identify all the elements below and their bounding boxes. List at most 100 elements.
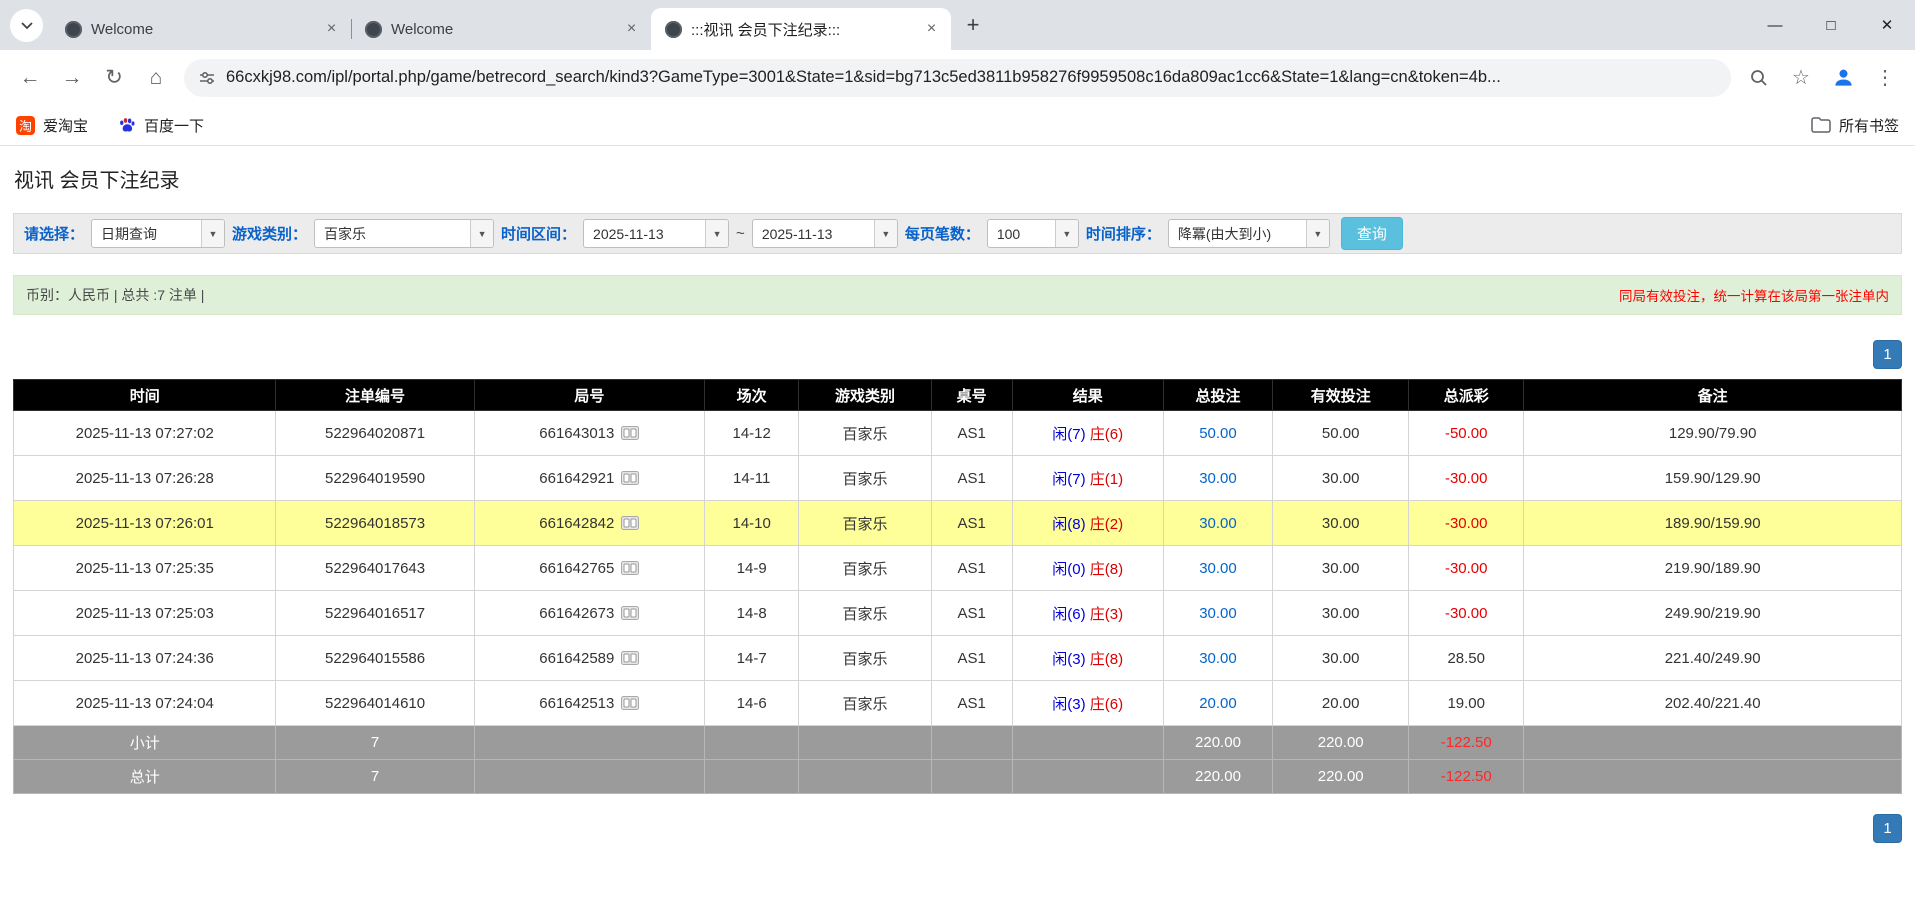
browser-tab[interactable]: Welcome × — [351, 8, 651, 50]
player-result: 闲(7) — [1052, 471, 1085, 488]
address-bar[interactable]: 66cxkj98.com/ipl/portal.php/game/betreco… — [184, 59, 1731, 97]
summary-cell: -122.50 — [1409, 760, 1524, 794]
page-1-button[interactable]: 1 — [1873, 814, 1902, 843]
maximize-button[interactable]: □ — [1803, 0, 1859, 50]
note-cell: 202.40/221.40 — [1524, 681, 1902, 726]
minimize-button[interactable]: — — [1747, 0, 1803, 50]
total-bet-cell[interactable]: 30.00 — [1163, 591, 1273, 636]
total-bet-cell[interactable]: 30.00 — [1163, 501, 1273, 546]
note-cell: 159.90/129.90 — [1524, 456, 1902, 501]
view-result-icon[interactable] — [621, 471, 639, 485]
page-1-button[interactable]: 1 — [1873, 340, 1902, 369]
view-result-icon[interactable] — [621, 606, 639, 620]
query-type-dropdown[interactable]: 日期查询 ▼ — [91, 219, 225, 248]
summary-cell: -122.50 — [1409, 726, 1524, 760]
tab-close-icon[interactable]: × — [922, 20, 941, 39]
reload-button[interactable]: ↻ — [94, 58, 134, 98]
chevron-down-icon[interactable]: ▼ — [874, 220, 897, 247]
summary-cell — [931, 760, 1012, 794]
tab-search-button[interactable] — [10, 9, 43, 42]
new-tab-button[interactable]: + — [957, 9, 989, 41]
chevron-down-icon[interactable]: ▼ — [705, 220, 728, 247]
all-bookmarks-button[interactable]: 所有书签 — [1811, 115, 1899, 136]
chevron-down-icon[interactable]: ▼ — [1055, 220, 1078, 247]
date-to-dropdown[interactable]: 2025-11-13 ▼ — [752, 219, 898, 248]
pagination-bottom: 1 — [13, 814, 1902, 843]
game-type-cell: 百家乐 — [799, 456, 931, 501]
table-no-cell: AS1 — [931, 411, 1012, 456]
valid-bet-cell: 30.00 — [1273, 636, 1409, 681]
chevron-down-icon[interactable]: ▼ — [1306, 220, 1329, 247]
tab-favicon-icon — [65, 21, 82, 38]
date-from-dropdown[interactable]: 2025-11-13 ▼ — [583, 219, 729, 248]
search-button[interactable]: 查询 — [1341, 217, 1403, 250]
session-cell: 14-7 — [704, 636, 798, 681]
round-no-cell: 661642673 — [474, 591, 704, 636]
sort-value: 降冪(由大到小) — [1169, 224, 1306, 244]
round-no: 661642589 — [539, 650, 614, 667]
info-bar: 币别：人民币 | 总共 :7 注单 | 同局有效投注，统一计算在该局第一张注单内 — [13, 275, 1902, 315]
summary-cell — [931, 726, 1012, 760]
note-cell: 189.90/159.90 — [1524, 501, 1902, 546]
view-result-icon[interactable] — [621, 651, 639, 665]
player-result: 闲(8) — [1052, 516, 1085, 533]
view-result-icon[interactable] — [621, 516, 639, 530]
total-bet-cell[interactable]: 20.00 — [1163, 681, 1273, 726]
back-button[interactable]: ← — [10, 58, 50, 98]
profile-icon[interactable] — [1823, 58, 1863, 98]
total-bet-cell[interactable]: 30.00 — [1163, 546, 1273, 591]
round-no: 661642842 — [539, 515, 614, 532]
summary-cell — [1012, 726, 1163, 760]
page-size-dropdown[interactable]: 100 ▼ — [987, 219, 1079, 248]
tab-close-icon[interactable]: × — [322, 20, 341, 39]
bet-no-cell: 522964016517 — [276, 591, 474, 636]
browser-tab-active[interactable]: :::视讯 会员下注纪录::: × — [651, 8, 951, 50]
table-row: 2025-11-13 07:26:01522964018573661642842… — [14, 501, 1902, 546]
bookmark-star-icon[interactable]: ☆ — [1781, 58, 1821, 98]
session-cell: 14-6 — [704, 681, 798, 726]
game-type-dropdown[interactable]: 百家乐 ▼ — [314, 219, 494, 248]
view-result-icon[interactable] — [621, 696, 639, 710]
bet-no-cell: 522964020871 — [276, 411, 474, 456]
bookmark-item[interactable]: 淘 爱淘宝 — [16, 115, 88, 136]
column-header: 结果 — [1012, 380, 1163, 411]
summary-label-cell: 总计 — [14, 760, 276, 794]
total-bet-cell[interactable]: 30.00 — [1163, 456, 1273, 501]
valid-bet-cell: 20.00 — [1273, 681, 1409, 726]
banker-result: 庄(1) — [1090, 471, 1123, 488]
menu-kebab-icon[interactable]: ⋮ — [1865, 58, 1905, 98]
close-button[interactable]: ✕ — [1859, 0, 1915, 50]
table-header-row: 时间注单编号局号场次游戏类别桌号结果总投注有效投注总派彩备注 — [14, 380, 1902, 411]
tab-favicon-icon — [665, 21, 682, 38]
zoom-icon[interactable] — [1739, 58, 1779, 98]
sort-dropdown[interactable]: 降冪(由大到小) ▼ — [1168, 219, 1330, 248]
site-settings-icon[interactable] — [198, 69, 216, 87]
summary-cell — [474, 726, 704, 760]
date-to-value: 2025-11-13 — [753, 226, 874, 242]
tab-title: :::视讯 会员下注纪录::: — [691, 19, 913, 40]
summary-cell — [704, 760, 798, 794]
total-bet-cell[interactable]: 30.00 — [1163, 636, 1273, 681]
valid-bet-cell: 30.00 — [1273, 501, 1409, 546]
home-button[interactable]: ⌂ — [136, 58, 176, 98]
banker-result: 庄(3) — [1090, 606, 1123, 623]
chevron-down-icon[interactable]: ▼ — [201, 220, 224, 247]
chevron-down-icon[interactable]: ▼ — [470, 220, 493, 247]
time-range-label: 时间区间： — [501, 223, 576, 244]
bookmark-item[interactable]: 百度一下 — [118, 115, 204, 136]
tab-close-icon[interactable]: × — [622, 20, 641, 39]
browser-tab[interactable]: Welcome × — [51, 8, 351, 50]
view-result-icon[interactable] — [621, 426, 639, 440]
game-type-cell: 百家乐 — [799, 501, 931, 546]
table-no-cell: AS1 — [931, 546, 1012, 591]
page-title: 视讯 会员下注纪录 — [14, 164, 1901, 193]
view-result-icon[interactable] — [621, 561, 639, 575]
column-header: 游戏类别 — [799, 380, 931, 411]
result-cell: 闲(7) 庄(6) — [1012, 411, 1163, 456]
summary-cell — [1012, 760, 1163, 794]
round-no: 661642673 — [539, 605, 614, 622]
forward-button[interactable]: → — [52, 58, 92, 98]
total-bet-cell[interactable]: 50.00 — [1163, 411, 1273, 456]
round-no-cell: 661642513 — [474, 681, 704, 726]
time-cell: 2025-11-13 07:24:04 — [14, 681, 276, 726]
